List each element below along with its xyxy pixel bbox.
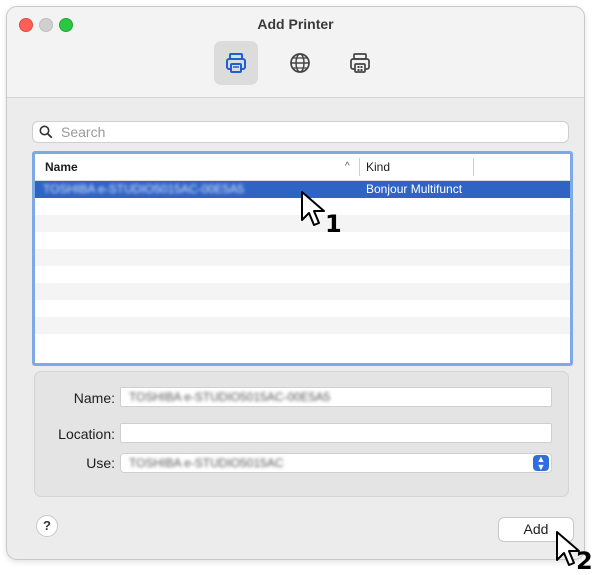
globe-icon xyxy=(290,53,310,73)
step-callout-1: 1 xyxy=(325,210,342,238)
add-printer-window: Add Printer Search Name ^ Kind TOSHIBA e… xyxy=(6,6,585,560)
use-select-value: TOSHIBA e-STUDIO5015AC xyxy=(129,456,284,470)
column-header-kind[interactable]: Kind xyxy=(366,160,390,174)
location-field[interactable] xyxy=(120,423,552,443)
chevron-updown-icon: ▲ ▼ xyxy=(533,455,549,472)
empty-row xyxy=(35,300,570,317)
name-label: Name: xyxy=(73,390,115,406)
empty-row xyxy=(35,232,570,249)
empty-row xyxy=(35,266,570,283)
empty-row xyxy=(35,317,570,334)
use-driver-select[interactable]: TOSHIBA e-STUDIO5015AC ▲ ▼ xyxy=(120,453,552,473)
column-header-name[interactable]: Name xyxy=(45,160,78,174)
windows-printer-tab[interactable] xyxy=(338,41,382,85)
column-divider xyxy=(359,158,360,176)
titlebar: Add Printer xyxy=(7,7,584,98)
search-icon xyxy=(39,125,53,139)
search-placeholder: Search xyxy=(61,124,106,140)
search-field[interactable]: Search xyxy=(32,121,569,143)
empty-row xyxy=(35,249,570,266)
window-title: Add Printer xyxy=(257,16,334,32)
name-field-value: TOSHIBA e-STUDIO5015AC-00E5A5 xyxy=(129,390,331,404)
printer-kind-cell: Bonjour Multifunct xyxy=(366,182,463,196)
empty-row xyxy=(35,283,570,300)
windows-printer-icon xyxy=(350,53,370,73)
use-label: Use: xyxy=(86,455,115,471)
ip-printer-tab[interactable] xyxy=(278,41,322,85)
printer-icon xyxy=(226,53,246,73)
step-callout-2: 2 xyxy=(576,547,593,575)
list-header: Name ^ Kind xyxy=(35,154,570,181)
printer-details-panel: Name: TOSHIBA e-STUDIO5015AC-00E5A5 Loca… xyxy=(34,371,569,497)
name-field[interactable]: TOSHIBA e-STUDIO5015AC-00E5A5 xyxy=(120,387,552,407)
column-divider xyxy=(473,158,474,176)
printer-name-cell: TOSHIBA e-STUDIO5015AC-00E5A5 xyxy=(43,182,245,196)
default-printers-tab[interactable] xyxy=(214,41,258,85)
help-button[interactable]: ? xyxy=(36,515,58,537)
sort-ascending-icon: ^ xyxy=(345,161,350,172)
empty-row xyxy=(35,334,570,351)
printer-list[interactable]: Name ^ Kind TOSHIBA e-STUDIO5015AC-00E5A… xyxy=(32,151,573,366)
location-label: Location: xyxy=(58,426,115,442)
mouse-pointer-icon xyxy=(301,191,325,226)
